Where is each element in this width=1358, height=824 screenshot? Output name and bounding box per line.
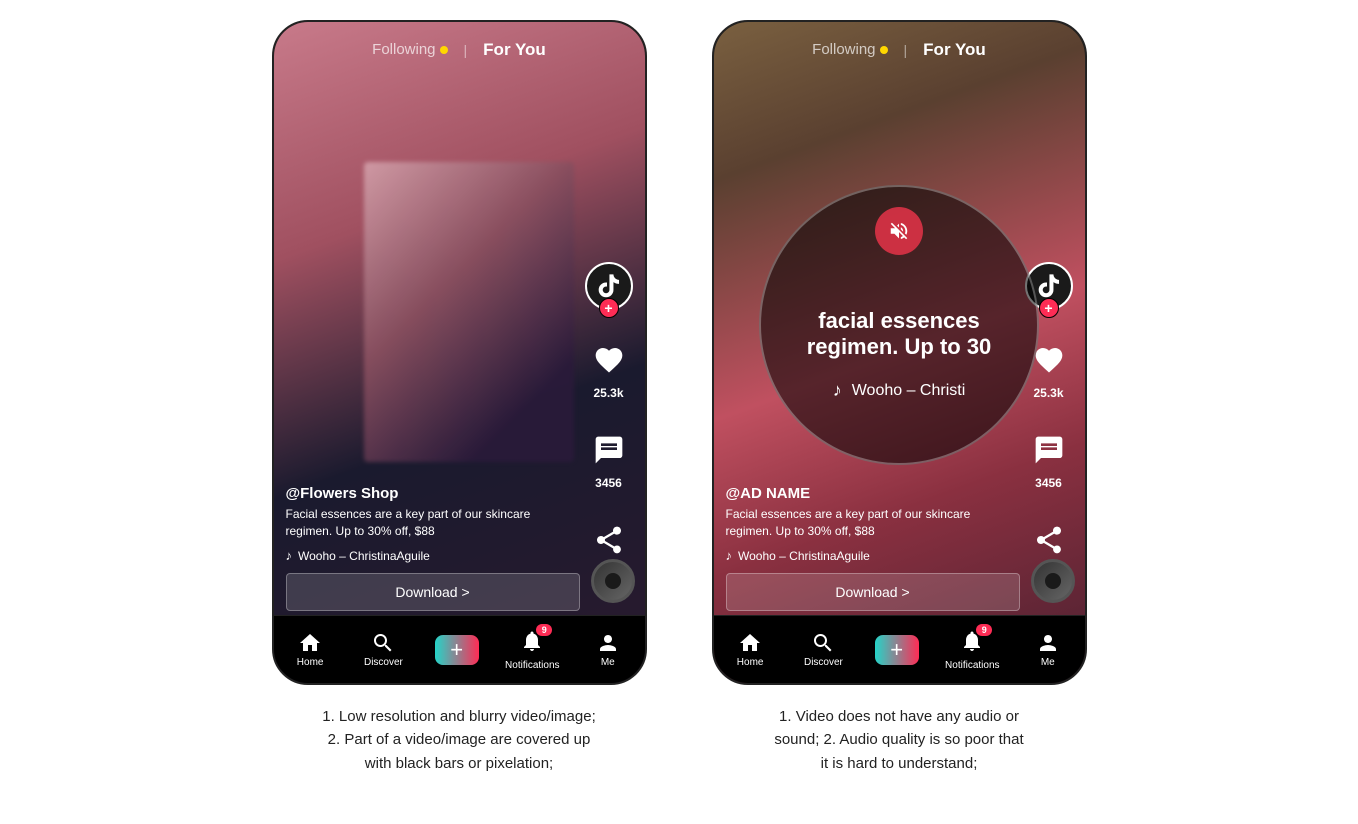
- right-bottom-info: @AD NAME Facial essences are a key part …: [726, 485, 1020, 611]
- right-nav-notif-label: Notifications: [945, 660, 999, 671]
- right-following-dot: [880, 46, 888, 54]
- right-following-tab[interactable]: Following: [812, 41, 887, 58]
- right-nav-me[interactable]: Me: [1023, 631, 1073, 668]
- left-bottom-info: @Flowers Shop Facial essences are a key …: [286, 485, 580, 611]
- left-nav-home-label: Home: [297, 657, 324, 668]
- share-icon-right: [1033, 524, 1065, 556]
- overlay-music-icon: ♪: [833, 380, 842, 401]
- right-share-btn[interactable]: [1027, 518, 1071, 562]
- right-add-btn[interactable]: +: [875, 635, 919, 665]
- left-username: @Flowers Shop: [286, 485, 580, 502]
- heart-icon: [593, 344, 625, 376]
- profile-icon-right: [1036, 631, 1060, 655]
- discover-icon: [371, 631, 395, 655]
- left-notif-count: 9: [536, 624, 552, 636]
- right-phone-frame: Following | For You facial essences regi…: [712, 20, 1087, 685]
- right-download-btn[interactable]: Download >: [726, 573, 1020, 611]
- right-plus-badge[interactable]: +: [1039, 298, 1059, 318]
- tiktok-icon: [595, 272, 623, 300]
- left-nav-home[interactable]: Home: [285, 631, 335, 668]
- right-caption: 1. Video does not have any audio or soun…: [774, 705, 1023, 775]
- mute-icon: [888, 220, 910, 242]
- right-music-icon: ♪: [726, 548, 733, 563]
- left-comment-count: 3456: [595, 476, 622, 490]
- mute-button[interactable]: [875, 207, 923, 255]
- left-nav-me-label: Me: [601, 657, 615, 668]
- right-comment-group: 3456: [1027, 428, 1071, 490]
- right-panel: Following | For You facial essences regi…: [709, 20, 1089, 775]
- overlay-music-row: ♪ Wooho – Christi: [833, 380, 966, 401]
- left-thumbnail: [364, 162, 574, 462]
- right-nav-divider: |: [904, 42, 908, 58]
- right-nav-home[interactable]: Home: [725, 631, 775, 668]
- left-following-dot: [440, 46, 448, 54]
- left-like-count: 25.3k: [593, 386, 623, 400]
- right-nav-discover[interactable]: Discover: [798, 631, 848, 668]
- comment-icon-right: [1033, 434, 1065, 466]
- right-comment-btn[interactable]: [1027, 428, 1071, 472]
- right-like-count: 25.3k: [1033, 386, 1063, 400]
- left-music-text: Wooho – ChristinaAguile: [298, 549, 430, 563]
- left-music-disc[interactable]: [591, 559, 635, 603]
- left-nav-notifications[interactable]: 9 Notifications: [505, 629, 559, 671]
- left-top-nav: Following | For You: [274, 22, 645, 77]
- right-username: @AD NAME: [726, 485, 1020, 502]
- left-download-btn[interactable]: Download >: [286, 573, 580, 611]
- left-description: Facial essences are a key part of our sk…: [286, 506, 580, 540]
- left-nav-discover[interactable]: Discover: [358, 631, 408, 668]
- left-caption: 1. Low resolution and blurry video/image…: [322, 705, 596, 775]
- left-bottom-nav: Home Discover + 9 Notifications Me: [274, 615, 645, 683]
- discover-icon-right: [811, 631, 835, 655]
- left-like-btn[interactable]: [587, 338, 631, 382]
- left-nav-divider: |: [464, 42, 468, 58]
- right-nav-discover-label: Discover: [804, 657, 843, 668]
- right-nav-home-label: Home: [737, 657, 764, 668]
- left-phone-frame: Following | For You + 25.: [272, 20, 647, 685]
- left-music-icon: ♪: [286, 548, 293, 563]
- left-nav-notif-label: Notifications: [505, 660, 559, 671]
- right-music-disc-inner: [1045, 573, 1061, 589]
- left-nav-me[interactable]: Me: [583, 631, 633, 668]
- home-icon: [298, 631, 322, 655]
- right-music-text: Wooho – ChristinaAguile: [738, 549, 870, 563]
- right-notif-count: 9: [976, 624, 992, 636]
- right-music-disc[interactable]: [1031, 559, 1075, 603]
- profile-icon: [596, 631, 620, 655]
- tiktok-icon-right: [1035, 272, 1063, 300]
- right-description: Facial essences are a key part of our sk…: [726, 506, 1020, 540]
- right-foryou-tab[interactable]: For You: [923, 40, 986, 60]
- left-add-btn[interactable]: +: [435, 635, 479, 665]
- overlay-music-text: Wooho – Christi: [852, 382, 966, 400]
- heart-icon-right: [1033, 344, 1065, 376]
- comment-icon: [593, 434, 625, 466]
- left-nav-discover-label: Discover: [364, 657, 403, 668]
- home-icon-right: [738, 631, 762, 655]
- right-music-row: ♪ Wooho – ChristinaAguile: [726, 548, 1020, 563]
- right-nav-me-label: Me: [1041, 657, 1055, 668]
- left-action-buttons: + 25.3k 3456 1256: [585, 262, 633, 580]
- right-nav-notifications[interactable]: 9 Notifications: [945, 629, 999, 671]
- left-plus-badge[interactable]: +: [599, 298, 619, 318]
- left-nav-add[interactable]: +: [432, 635, 482, 665]
- left-foryou-tab[interactable]: For You: [483, 40, 546, 60]
- share-icon: [593, 524, 625, 556]
- right-comment-count: 3456: [1035, 476, 1062, 490]
- left-comment-group: 3456: [587, 428, 631, 490]
- left-panel: Following | For You + 25.: [269, 20, 649, 775]
- right-nav-add[interactable]: +: [872, 635, 922, 665]
- right-bottom-nav: Home Discover + 9 Notifications Me: [714, 615, 1085, 683]
- overlay-text-line1: facial essences regimen. Up to 30: [787, 308, 1012, 360]
- left-comment-btn[interactable]: [587, 428, 631, 472]
- left-like-group: 25.3k: [587, 338, 631, 400]
- left-share-btn[interactable]: [587, 518, 631, 562]
- left-music-row: ♪ Wooho – ChristinaAguile: [286, 548, 580, 563]
- left-music-disc-inner: [605, 573, 621, 589]
- left-following-tab[interactable]: Following: [372, 41, 447, 58]
- right-top-nav: Following | For You: [714, 22, 1085, 77]
